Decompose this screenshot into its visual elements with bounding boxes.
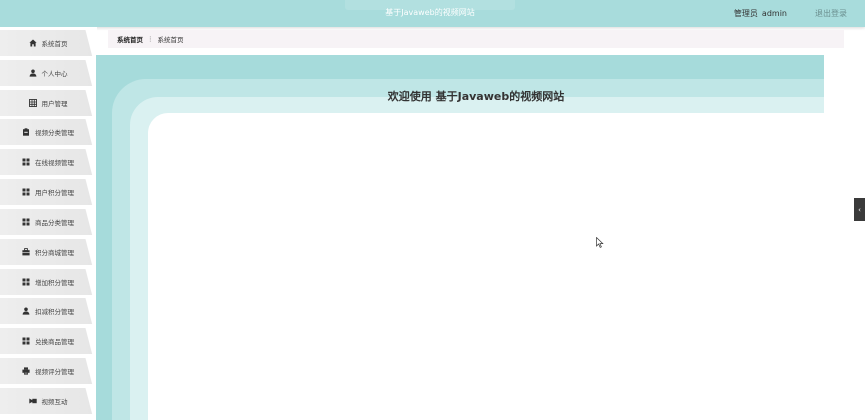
sidebar-item-label: 视频评分管理 [35, 368, 74, 376]
printer-icon [22, 367, 30, 375]
sidebar-item-label: 在线视频管理 [35, 159, 74, 167]
apps-icon [22, 278, 30, 286]
breadcrumb-current: 系统首页 [157, 36, 184, 44]
sidebar-item-label: 视频互动 [41, 398, 68, 406]
apps-icon [22, 188, 30, 196]
sidebar-item-profile[interactable]: 个人中心 [0, 60, 93, 86]
sidebar-item-label: 扣减积分管理 [35, 308, 74, 316]
sidebar-item-video-category[interactable]: 视频分类管理 [0, 119, 93, 145]
sidebar-item-online-video[interactable]: 在线视频管理 [0, 149, 93, 175]
sidebar-item-label: 兑换商品管理 [35, 338, 74, 346]
site-title: 基于Javaweb的视频网站 [385, 8, 475, 17]
sidebar-item-video-interaction[interactable]: 视频互动 [0, 388, 93, 414]
sidebar-item-label: 个人中心 [41, 70, 68, 78]
sidebar-item-label: 视频分类管理 [35, 129, 74, 137]
welcome-title: 欢迎使用 基于Javaweb的视频网站 [387, 90, 565, 103]
sidebar-item-home[interactable]: 系统首页 [0, 30, 93, 56]
user-icon [22, 307, 30, 315]
sidebar-item-label: 增加积分管理 [35, 279, 74, 287]
sidebar-item-label: 用户管理 [41, 100, 68, 108]
breadcrumb-separator: ⋮ [147, 35, 154, 43]
apps-icon [22, 218, 30, 226]
logout-link[interactable]: 退出登录 [815, 8, 847, 19]
top-header: 基于Javaweb的视频网站 管理员 admin 退出登录 [0, 0, 865, 27]
current-user: 管理员 admin [734, 8, 787, 19]
sidebar-item-users[interactable]: 用户管理 [0, 90, 93, 116]
sidebar-item-label: 用户积分管理 [35, 189, 74, 197]
breadcrumb: 系统首页 ⋮ 系统首页 [108, 30, 844, 48]
clipboard-icon [22, 128, 30, 136]
sidebar-item-label: 商品分类管理 [35, 219, 74, 227]
user-icon [29, 69, 37, 77]
sidebar-item-video-rating[interactable]: 视频评分管理 [0, 358, 93, 384]
sidebar-item-label: 系统首页 [41, 40, 68, 48]
sidebar-item-points-mall[interactable]: 积分商城管理 [0, 239, 93, 265]
user-role: 管理员 [733, 9, 758, 18]
sidebar-item-product-category[interactable]: 商品分类管理 [0, 209, 93, 235]
sidebar-item-label: 积分商城管理 [35, 249, 74, 257]
video-icon [28, 397, 37, 405]
mouse-cursor-icon [596, 237, 604, 248]
sidebar: 系统首页 个人中心 用户管理 视频分类管理 在线视频管理 用户积分管理 商品分类… [0, 27, 97, 420]
grid-icon [28, 99, 37, 107]
apps-icon [22, 158, 30, 166]
sidebar-item-deduct-points[interactable]: 扣减积分管理 [0, 298, 93, 324]
content-card [148, 113, 865, 420]
user-name: admin [761, 9, 787, 18]
sidebar-item-add-points[interactable]: 增加积分管理 [0, 269, 93, 295]
home-icon [28, 39, 37, 47]
chevron-left-icon: ‹ [858, 205, 861, 214]
sidebar-item-user-points[interactable]: 用户积分管理 [0, 179, 93, 205]
breadcrumb-root[interactable]: 系统首页 [117, 34, 143, 44]
apps-icon [22, 337, 30, 345]
briefcase-icon [22, 248, 30, 256]
sidebar-item-redeem-products[interactable]: 兑换商品管理 [0, 328, 93, 354]
collapse-panel-button[interactable]: ‹ [854, 198, 865, 221]
